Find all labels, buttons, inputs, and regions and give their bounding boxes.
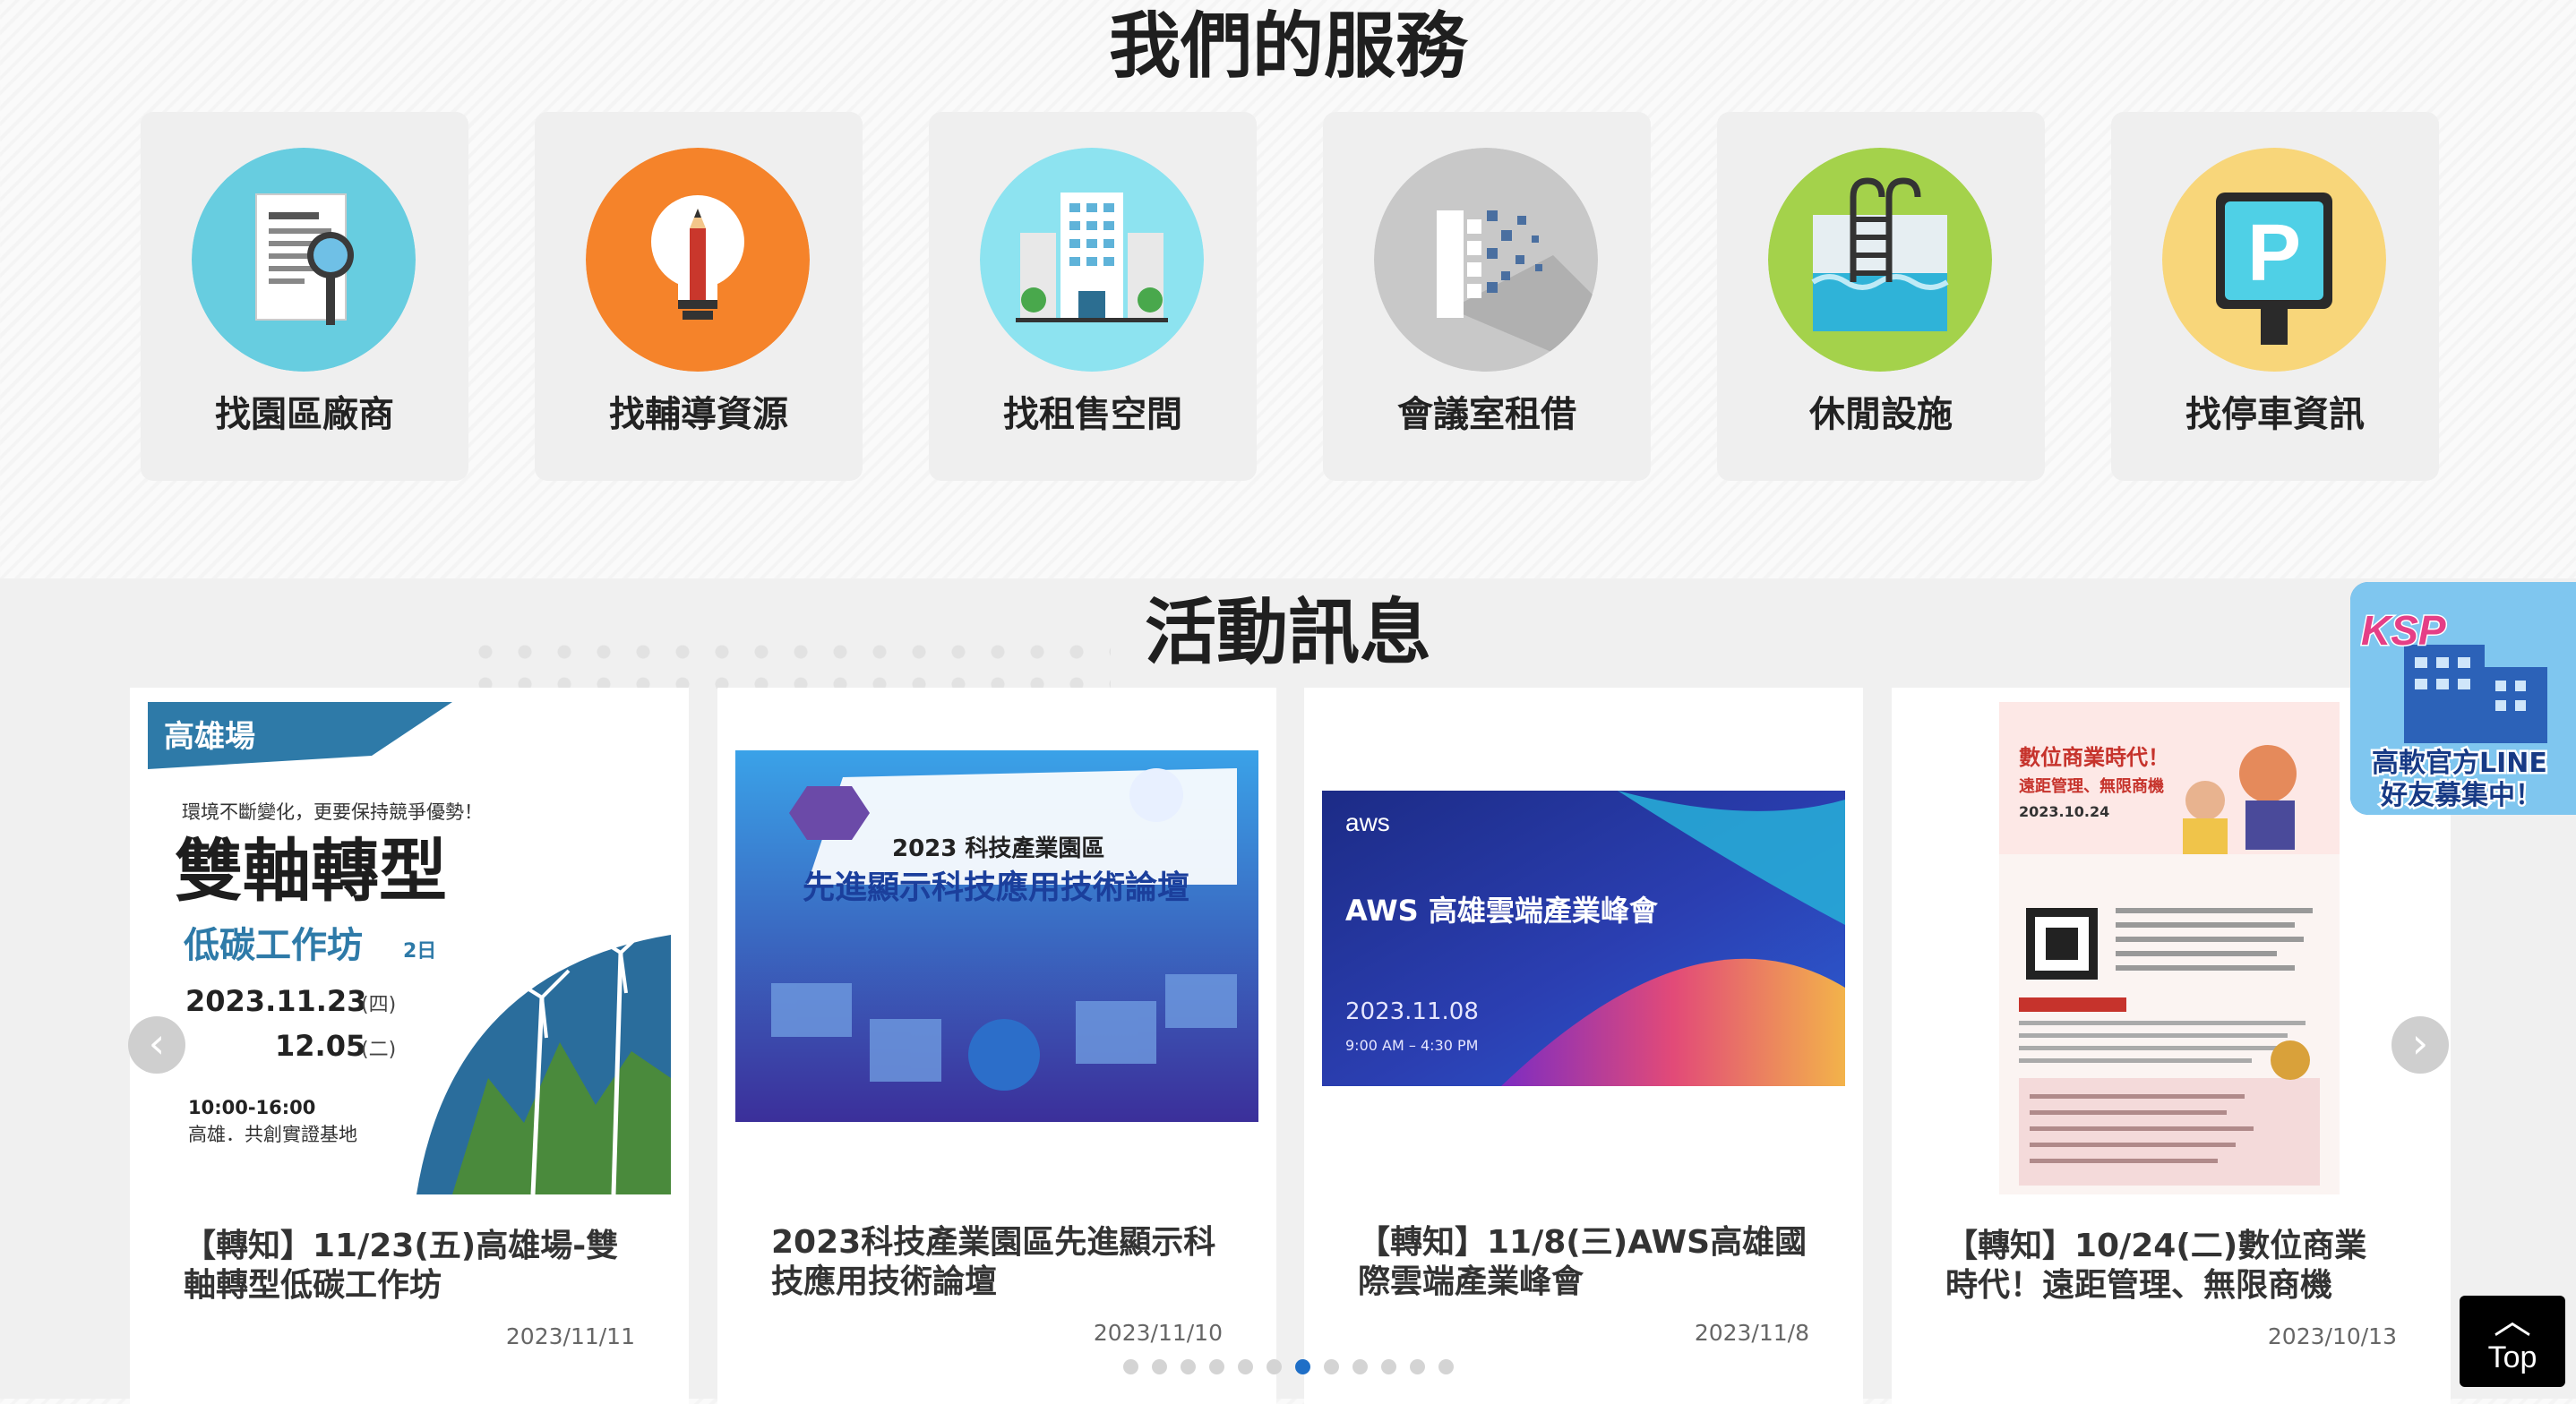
service-card-leisure[interactable]: 休閒設施	[1717, 112, 2045, 481]
pagination-dot[interactable]	[1438, 1359, 1454, 1374]
pagination-dot[interactable]	[1208, 1359, 1224, 1374]
pagination-dot[interactable]	[1237, 1359, 1253, 1374]
event-title[interactable]: 【轉知】10/24(二)數位商業時代！遠距管理、無限商機	[1945, 1227, 2397, 1306]
poster-venue: 高雄．共創實證基地	[188, 1124, 357, 1145]
poster-time: 9:00 AM – 4:30 PM	[1345, 1037, 1478, 1054]
pagination-dot[interactable]	[1409, 1359, 1425, 1374]
poster-days: 2日	[403, 940, 436, 963]
event-card[interactable]: 2023 科技產業園區 先進顯示科技應用技術論壇 2023科技產業園區先進顯示科…	[717, 688, 1276, 1404]
building-icon	[980, 148, 1204, 372]
document-magnifier-icon	[192, 148, 416, 372]
poster-city: 高雄場	[164, 719, 255, 755]
event-poster-image: 高雄場 環境不斷變化，更要保持競爭優勢！ 雙軸轉型 低碳工作坊 2日 2023.…	[148, 702, 671, 1194]
service-label: 找輔導資源	[609, 394, 788, 435]
carousel-prev-button[interactable]: ‹	[128, 1016, 185, 1074]
event-poster-image: 2023 科技產業園區 先進顯示科技應用技術論壇	[735, 750, 1258, 1122]
poster-date2: 12.05	[275, 1029, 365, 1063]
service-label: 找停車資訊	[2185, 394, 2365, 435]
chevron-right-icon: ›	[2411, 1019, 2429, 1067]
carousel-pagination	[0, 1359, 2576, 1374]
badge-brand: KSP	[2361, 607, 2446, 654]
event-poster-image: 數位商業時代！ 遠距管理、無限商機 2023.10.24	[1999, 702, 2340, 1194]
poster-sub: 遠距管理、無限商機	[2019, 776, 2164, 796]
pixel-document-icon	[1374, 148, 1598, 372]
poster-date: 2023.11.08	[1345, 998, 1479, 1025]
poster-dow2: (二)	[361, 1039, 396, 1061]
pagination-dot[interactable]	[1180, 1359, 1196, 1374]
poster-headline: 數位商業時代！	[2019, 745, 2169, 770]
events-title: 活動訊息	[1145, 591, 1431, 674]
service-label: 找租售空間	[1003, 394, 1182, 435]
parking-sign-icon: P	[2162, 148, 2386, 372]
chevron-up-icon: ︿	[2493, 1298, 2531, 1342]
service-label: 找園區廠商	[215, 394, 394, 435]
lightbulb-pencil-icon	[586, 148, 810, 372]
carousel-next-button[interactable]: ›	[2391, 1016, 2449, 1074]
line-friend-badge[interactable]: KSP 高軟官方LINE 好友募集中！	[2350, 582, 2576, 815]
badge-text-2: 好友募集中！	[2380, 780, 2542, 811]
service-card-parking[interactable]: P 找停車資訊	[2111, 112, 2439, 481]
pagination-dot[interactable]	[1352, 1359, 1368, 1374]
poster-sub: 低碳工作坊	[184, 925, 363, 966]
pagination-dot[interactable]	[1323, 1359, 1339, 1374]
event-title[interactable]: 【轉知】11/8(三)AWS高雄國際雲端產業峰會	[1358, 1223, 1809, 1302]
top-button-label: Top	[2487, 1340, 2537, 1374]
event-card[interactable]: aws AWS 高雄雲端產業峰會 2023.11.08 9:00 AM – 4:…	[1304, 688, 1863, 1404]
event-poster-image: aws AWS 高雄雲端產業峰會 2023.11.08 9:00 AM – 4:…	[1322, 791, 1845, 1086]
svg-text:P: P	[2247, 209, 2301, 298]
swimming-pool-icon	[1768, 148, 1992, 372]
poster-headline: 雙軸轉型	[175, 831, 447, 911]
poster-tagline: 環境不斷變化，更要保持競爭優勢！	[182, 801, 483, 823]
services-title: 我們的服務	[1109, 4, 1467, 88]
service-card-find-guidance[interactable]: 找輔導資源	[535, 112, 863, 481]
poster-headline: AWS 高雄雲端產業峰會	[1345, 894, 1659, 928]
event-card[interactable]: 高雄場 環境不斷變化，更要保持競爭優勢！ 雙軸轉型 低碳工作坊 2日 2023.…	[130, 688, 689, 1404]
back-to-top-button[interactable]: ︿ Top	[2460, 1296, 2565, 1387]
event-date: 2023/10/13	[2267, 1323, 2397, 1349]
poster-date1: 2023.11.23	[185, 984, 366, 1018]
event-title[interactable]: 2023科技產業園區先進顯示科技應用技術論壇	[771, 1223, 1223, 1302]
chevron-left-icon: ‹	[148, 1019, 166, 1067]
pagination-dot[interactable]	[1151, 1359, 1167, 1374]
event-title[interactable]: 【轉知】11/23(五)高雄場-雙軸轉型低碳工作坊	[184, 1227, 635, 1306]
pagination-dot[interactable]	[1294, 1359, 1310, 1374]
badge-text-1: 高軟官方LINE	[2372, 748, 2547, 779]
service-card-find-space[interactable]: 找租售空間	[929, 112, 1257, 481]
service-card-meeting-room[interactable]: 會議室租借	[1323, 112, 1651, 481]
pagination-dot[interactable]	[1122, 1359, 1138, 1374]
poster-date: 2023.10.24	[2019, 803, 2109, 820]
event-date: 2023/11/10	[1093, 1320, 1223, 1346]
poster-dow1: (四)	[361, 994, 396, 1016]
event-date: 2023/11/8	[1694, 1320, 1809, 1346]
service-label: 會議室租借	[1397, 394, 1576, 435]
aws-logo: aws	[1345, 809, 1390, 836]
poster-time: 10:00-16:00	[188, 1097, 315, 1118]
poster-line2: 先進顯示科技應用技術論壇	[803, 869, 1189, 906]
poster-line1: 2023 科技產業園區	[892, 835, 1104, 862]
service-card-find-companies[interactable]: 找園區廠商	[141, 112, 468, 481]
service-label: 休閒設施	[1809, 394, 1953, 435]
pagination-dot[interactable]	[1266, 1359, 1282, 1374]
event-date: 2023/11/11	[505, 1323, 635, 1349]
pagination-dot[interactable]	[1380, 1359, 1396, 1374]
